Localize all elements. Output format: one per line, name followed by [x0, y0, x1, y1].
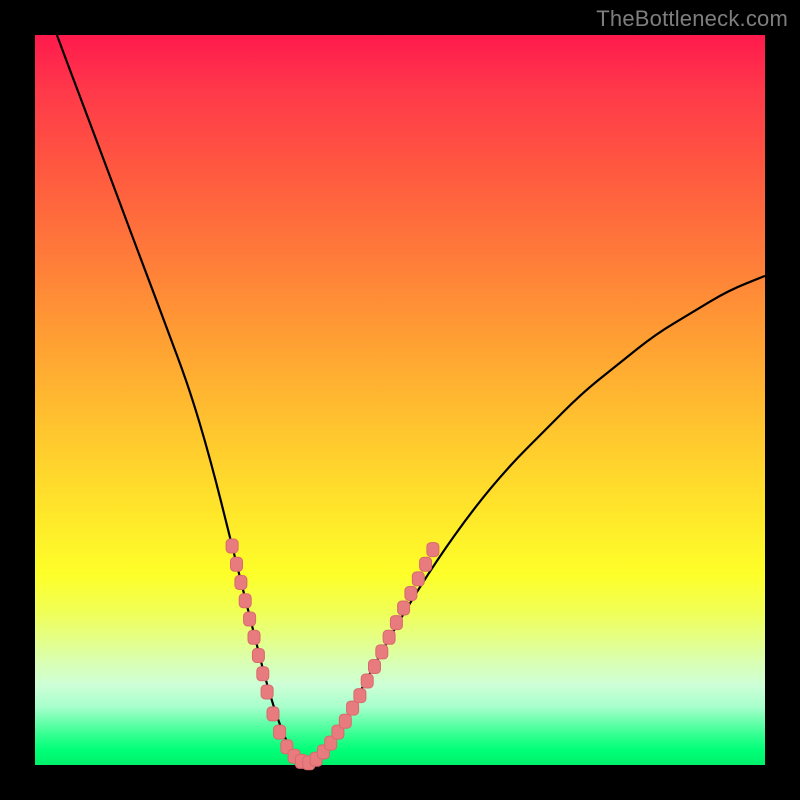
curve-marker — [244, 612, 256, 626]
curve-marker — [383, 630, 395, 644]
curve-marker — [354, 689, 366, 703]
curve-marker — [231, 557, 243, 571]
watermark-text: TheBottleneck.com — [596, 6, 788, 32]
plot-area — [35, 35, 765, 765]
curve-marker — [226, 539, 238, 553]
curve-marker — [405, 587, 417, 601]
curve-marker — [261, 685, 273, 699]
curve-marker — [420, 557, 432, 571]
curve-marker — [390, 616, 402, 630]
curve-marker — [267, 707, 279, 721]
curve-marker — [252, 649, 264, 663]
curve-marker — [248, 630, 260, 644]
bottleneck-curve — [57, 35, 765, 763]
curve-marker — [274, 725, 286, 739]
curve-marker — [412, 572, 424, 586]
curve-marker — [257, 667, 269, 681]
chart-frame: TheBottleneck.com — [0, 0, 800, 800]
curve-marker — [239, 594, 251, 608]
curve-marker — [235, 576, 247, 590]
curve-marker — [369, 660, 381, 674]
curve-marker — [376, 645, 388, 659]
curve-marker — [347, 701, 359, 715]
curve-marker — [361, 674, 373, 688]
chart-svg — [35, 35, 765, 765]
curve-marker — [427, 543, 439, 557]
curve-marker — [398, 601, 410, 615]
curve-marker — [339, 714, 351, 728]
curve-markers — [226, 539, 439, 770]
